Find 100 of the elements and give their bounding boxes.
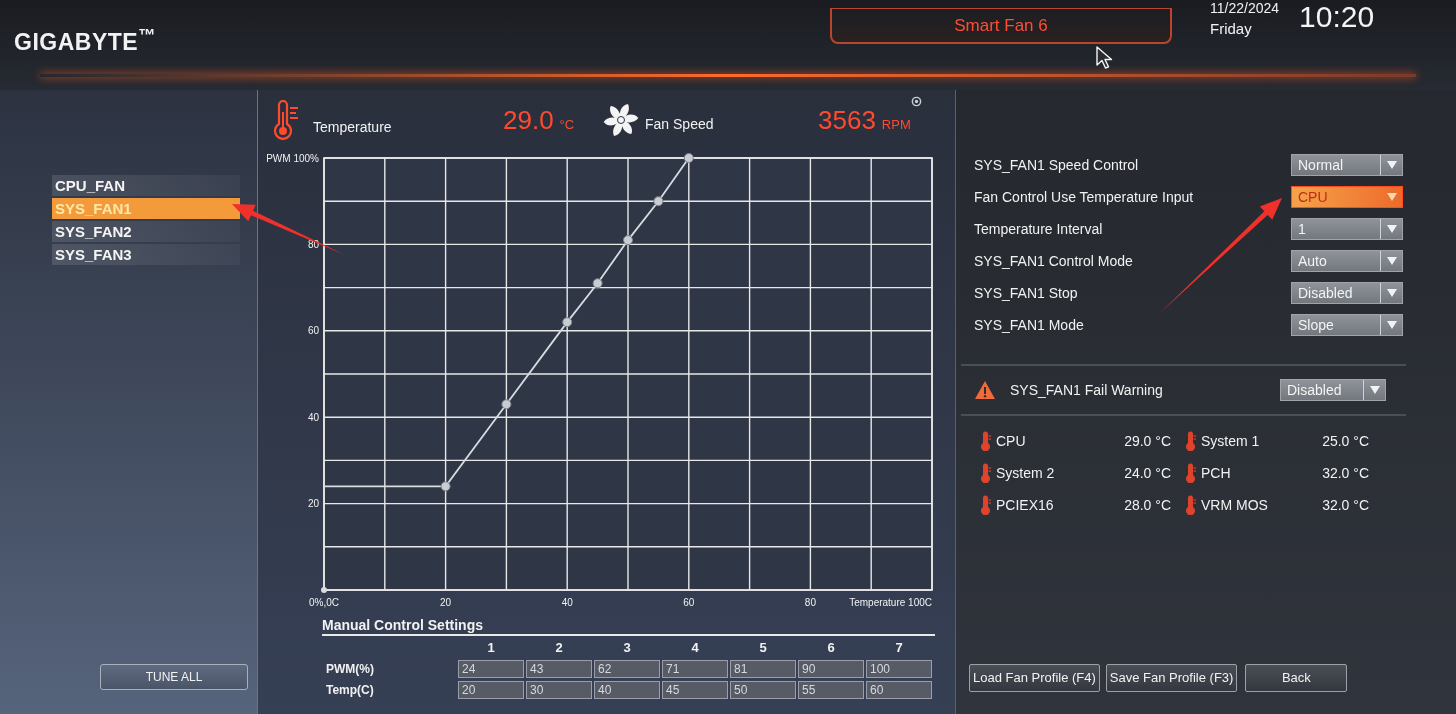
- clock-time: 10:20: [1299, 0, 1375, 34]
- caret-down-icon: [1369, 386, 1380, 394]
- dropdown[interactable]: 1: [1291, 218, 1403, 240]
- axis-tick-label: 80: [307, 238, 319, 250]
- value-input[interactable]: 55: [798, 681, 864, 699]
- value-input[interactable]: 60: [866, 681, 932, 699]
- value-input[interactable]: 62: [594, 660, 660, 678]
- fan-list-item[interactable]: SYS_FAN3: [52, 244, 240, 265]
- tune-all-button[interactable]: TUNE ALL: [100, 664, 248, 690]
- value-input[interactable]: 100: [866, 660, 932, 678]
- dropdown[interactable]: Disabled: [1280, 379, 1386, 401]
- caret-down-icon: [1386, 289, 1397, 297]
- curve-point[interactable]: [592, 278, 603, 289]
- caret-down-icon: [1386, 225, 1397, 233]
- axis-tick-label: 40: [561, 597, 573, 608]
- row-label: Temp(C): [325, 682, 375, 699]
- dropdown[interactable]: Slope: [1291, 314, 1403, 336]
- axis-tick-label: 20: [307, 498, 319, 510]
- value-input[interactable]: 81: [730, 660, 796, 678]
- axis-tick-label: 80: [804, 597, 816, 608]
- sensor-value: 24.0 °C: [1124, 463, 1171, 483]
- weekday-text: Friday: [1210, 20, 1253, 38]
- axis-tick-label: 60: [683, 597, 695, 608]
- curve-point[interactable]: [562, 317, 573, 328]
- sensor-value: 32.0 °C: [1322, 495, 1369, 515]
- dropdown[interactable]: Auto: [1291, 250, 1403, 272]
- brand-logo: GIGABYTE$^{™}$: [14, 29, 156, 55]
- section-title: Manual Control Settings: [322, 616, 483, 634]
- sensor-name: VRM MOS: [1201, 495, 1269, 515]
- sensor-name: CPU: [996, 431, 1027, 451]
- fan-list-item[interactable]: CPU_FAN: [52, 175, 240, 196]
- value-input[interactable]: 43: [526, 660, 592, 678]
- thermometer-icon: [979, 463, 991, 483]
- curve-point[interactable]: [440, 481, 451, 492]
- sensor-value: 29.0 °C: [1124, 431, 1171, 451]
- date-text: 11/22/2024: [1210, 0, 1280, 16]
- footer-button[interactable]: Load Fan Profile (F4): [969, 664, 1100, 692]
- sensor-name: PCIEX16: [996, 495, 1055, 515]
- temperature-unit: °C: [559, 115, 575, 134]
- warning-icon: [974, 380, 996, 400]
- fan-speed-unit: RPM: [881, 115, 911, 134]
- column-header: 5: [758, 639, 768, 658]
- thermometer-icon: [979, 495, 991, 515]
- thermometer-icon: [1184, 495, 1196, 515]
- readout-label: Temperature: [313, 117, 393, 137]
- setting-label: SYS_FAN1 Stop: [974, 283, 1078, 303]
- value-input[interactable]: 90: [798, 660, 864, 678]
- value-input[interactable]: 40: [594, 681, 660, 699]
- dropdown[interactable]: Disabled: [1291, 282, 1403, 304]
- column-header: 2: [554, 639, 564, 658]
- row-label: PWM(%): [325, 661, 375, 678]
- readout-label: Fan Speed: [645, 114, 715, 134]
- page-title-tab[interactable]: Smart Fan 6: [830, 8, 1172, 44]
- curve-point[interactable]: [683, 153, 694, 163]
- value-input[interactable]: 71: [662, 660, 728, 678]
- value-input[interactable]: 50: [730, 681, 796, 699]
- origin-dot-icon: [321, 587, 327, 593]
- thermometer-icon: [979, 431, 991, 451]
- fan-speed-value: 3563: [818, 103, 876, 137]
- sensor-value: 25.0 °C: [1322, 431, 1369, 451]
- curve-point[interactable]: [623, 235, 633, 246]
- sensor-name: System 2: [996, 463, 1056, 483]
- column-header: 3: [622, 639, 632, 658]
- sensor-name: System 1: [1201, 431, 1261, 451]
- thermometer-icon: [1184, 463, 1196, 483]
- setting-label: SYS_FAN1 Mode: [974, 315, 1084, 335]
- dropdown[interactable]: CPU: [1291, 186, 1403, 208]
- axis-tick-label: 60: [307, 325, 319, 337]
- fan-list-item[interactable]: SYS_FAN2: [52, 221, 240, 242]
- setting-label: SYS_FAN1 Fail Warning: [1010, 380, 1163, 400]
- caret-down-icon: [1386, 193, 1397, 201]
- axis-tick-label: 20: [440, 597, 452, 608]
- column-header: 7: [894, 639, 904, 658]
- caret-down-icon: [1386, 321, 1397, 329]
- axis-tick-label: Temperature 100C: [849, 597, 932, 608]
- sensor-name: PCH: [1201, 463, 1232, 483]
- column-header: 1: [486, 639, 496, 658]
- value-input[interactable]: 45: [662, 681, 728, 699]
- curve-point[interactable]: [653, 196, 664, 207]
- thermometer-icon: [1184, 431, 1196, 451]
- sensor-value: 32.0 °C: [1322, 463, 1369, 483]
- temperature-value: 29.0: [503, 103, 554, 137]
- fan-icon: [603, 102, 639, 138]
- setting-label: SYS_FAN1 Speed Control: [974, 155, 1139, 175]
- value-input[interactable]: 20: [458, 681, 524, 699]
- setting-label: Fan Control Use Temperature Input: [974, 187, 1194, 207]
- value-input[interactable]: 24: [458, 660, 524, 678]
- setting-label: Temperature Interval: [974, 219, 1103, 239]
- caret-down-icon: [1386, 257, 1397, 265]
- setting-label: SYS_FAN1 Control Mode: [974, 251, 1133, 271]
- value-input[interactable]: 30: [526, 681, 592, 699]
- dropdown[interactable]: Normal: [1291, 154, 1403, 176]
- column-header: 6: [826, 639, 836, 658]
- curve-point[interactable]: [501, 399, 512, 410]
- ring-icon: [910, 96, 922, 107]
- caret-down-icon: [1386, 161, 1397, 169]
- column-header: 4: [690, 639, 700, 658]
- footer-button[interactable]: Save Fan Profile (F3): [1105, 664, 1238, 692]
- axis-tick-label: PWM 100%: [266, 152, 319, 164]
- footer-button[interactable]: Back: [1245, 664, 1348, 692]
